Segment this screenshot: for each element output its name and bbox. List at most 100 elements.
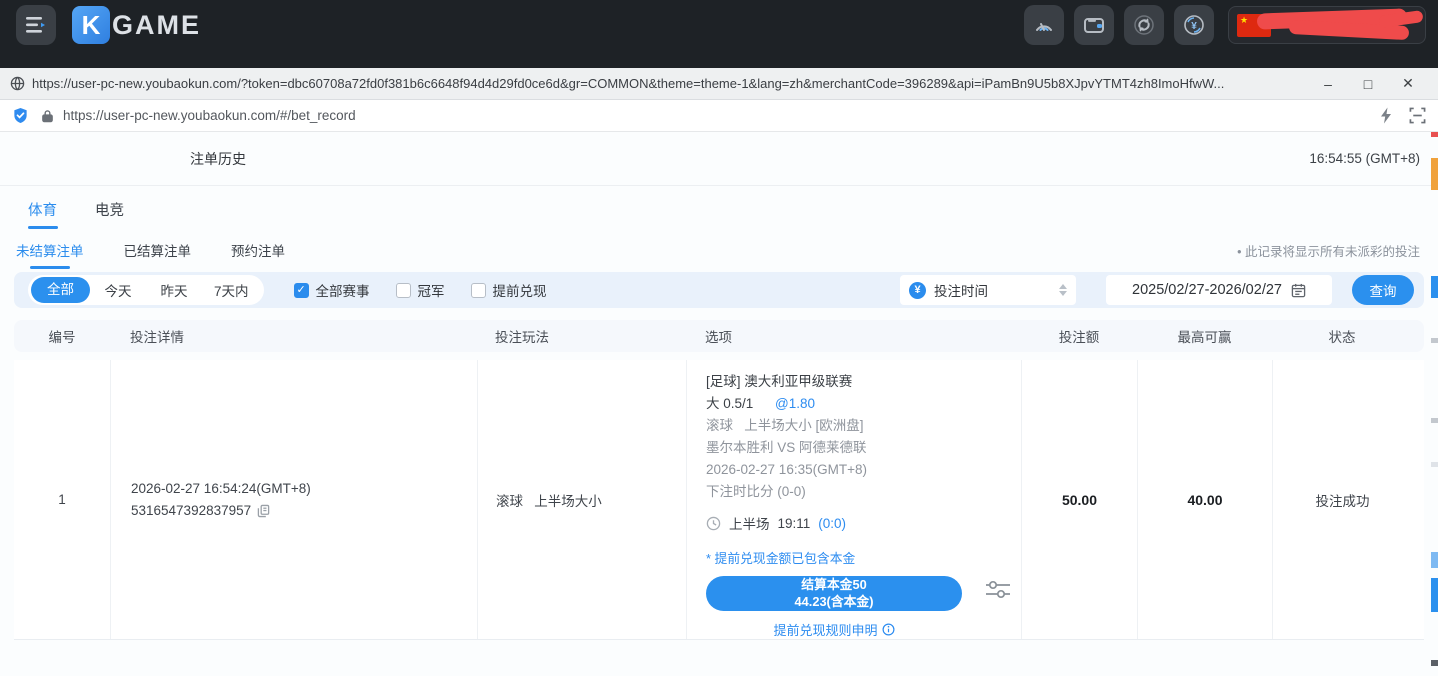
currency-exchange-button[interactable]: ¥ bbox=[1174, 5, 1214, 45]
play-type-value: 滚球 上半场大小 bbox=[496, 490, 686, 510]
live-status-line: 上半场 19:11 (0:0) bbox=[706, 513, 1021, 533]
unsettled-note: • 此记录将显示所有未派彩的投注 bbox=[1237, 241, 1420, 260]
refresh-icon bbox=[1132, 13, 1156, 37]
bet-id: 5316547392837957 bbox=[131, 503, 251, 518]
sort-arrows-icon bbox=[1059, 284, 1067, 296]
window-title-url: https://user-pc-new.youbaokun.com/?token… bbox=[32, 76, 1308, 91]
shield-check-icon bbox=[12, 107, 29, 124]
edge-fragment bbox=[1431, 158, 1438, 190]
rules-link-text: 提前兑现规则申明 bbox=[773, 620, 877, 639]
cashout-note: * 提前兑现金额已包含本金 bbox=[706, 548, 1021, 567]
checkbox-champion[interactable]: 冠军 bbox=[396, 280, 445, 300]
right-edge-scroll-sliver[interactable] bbox=[1431, 132, 1438, 676]
subtab-reserved[interactable]: 预约注单 bbox=[229, 231, 287, 269]
segment-yesterday[interactable]: 昨天 bbox=[146, 280, 202, 300]
checkbox-cashout[interactable]: 提前兑现 bbox=[471, 280, 547, 300]
wallet-icon bbox=[1082, 13, 1106, 37]
edge-fragment bbox=[1431, 660, 1438, 666]
segment-all[interactable]: 全部 bbox=[31, 277, 90, 303]
window-maximize-button[interactable]: □ bbox=[1348, 76, 1388, 92]
cashout-button-line2: 44.23(含本金) bbox=[795, 594, 874, 610]
subtab-settled[interactable]: 已结算注单 bbox=[122, 231, 194, 269]
odds-value: @1.80 bbox=[775, 396, 815, 411]
checkbox-unchecked-icon bbox=[471, 283, 486, 298]
subtab-label: 预约注单 bbox=[231, 244, 285, 259]
match-line: 墨尔本胜利 VS 阿德莱德联 bbox=[706, 441, 1021, 455]
date-range-input[interactable]: 2025/02/27-2026/02/27 bbox=[1106, 275, 1332, 305]
menu-button[interactable] bbox=[16, 5, 56, 45]
sport-type-tabs: 体育 电竞 bbox=[0, 186, 1438, 232]
copy-icon[interactable] bbox=[257, 504, 270, 518]
edge-fragment bbox=[1431, 578, 1438, 612]
edge-fragment bbox=[1431, 338, 1438, 343]
bet-status-subtabs: 未结算注单 已结算注单 预约注单 • 此记录将显示所有未派彩的投注 bbox=[0, 232, 1438, 268]
status-cell: 投注成功 bbox=[1272, 360, 1412, 639]
status-value: 投注成功 bbox=[1316, 490, 1370, 510]
header-max-win: 最高可赢 bbox=[1137, 326, 1272, 346]
edge-fragment bbox=[1431, 552, 1438, 568]
subtab-unsettled[interactable]: 未结算注单 bbox=[14, 231, 86, 269]
refresh-button[interactable] bbox=[1124, 5, 1164, 45]
pick-line: 大 0.5/1 @1.80 bbox=[706, 397, 1021, 411]
bet-detail-cell: 2026-02-27 16:54:24(GMT+8) 5316547392837… bbox=[110, 360, 477, 639]
date-range-segments: 全部 今天 昨天 7天内 bbox=[28, 275, 264, 305]
cashout-rules-link[interactable]: 提前兑现规则申明 bbox=[706, 620, 962, 639]
tab-label: 电竞 bbox=[95, 203, 124, 219]
option-cell: [足球] 澳大利亚甲级联赛 大 0.5/1 @1.80 滚球 上半场大小 [欧洲… bbox=[686, 360, 1021, 639]
sort-by-select[interactable]: ¥ 投注时间 bbox=[900, 275, 1076, 305]
hamburger-icon bbox=[25, 16, 47, 34]
stake-cell: 50.00 bbox=[1021, 360, 1137, 639]
page-header: 注单历史 16:54:55 (GMT+8) bbox=[0, 132, 1438, 186]
tab-sports[interactable]: 体育 bbox=[24, 187, 61, 232]
checkbox-label: 冠军 bbox=[418, 280, 445, 300]
checkbox-label: 全部赛事 bbox=[316, 280, 370, 300]
edge-fragment bbox=[1431, 418, 1438, 423]
bet-time: 2026-02-27 16:54:24(GMT+8) bbox=[131, 481, 477, 496]
sliders-icon[interactable] bbox=[984, 577, 1012, 601]
pick-value: 大 0.5/1 bbox=[706, 396, 753, 411]
match-time-line: 2026-02-27 16:35(GMT+8) bbox=[706, 463, 1021, 477]
date-range-value: 2025/02/27-2026/02/27 bbox=[1132, 282, 1282, 298]
cashout-button[interactable]: 结算本金50 44.23(含本金) bbox=[706, 576, 962, 611]
segment-7days[interactable]: 7天内 bbox=[202, 280, 261, 300]
lock-icon bbox=[41, 109, 54, 123]
checkbox-unchecked-icon bbox=[396, 283, 411, 298]
network-gauge-icon bbox=[1032, 13, 1056, 37]
app-top-bar: K GAME bbox=[0, 0, 1438, 68]
address-url[interactable]: https://user-pc-new.youbaokun.com/#/bet_… bbox=[63, 108, 1379, 123]
cashout-button-line1: 结算本金50 bbox=[801, 577, 866, 593]
bet-record-page: 注单历史 16:54:55 (GMT+8) 体育 电竞 未结算注单 已结算注单 … bbox=[0, 132, 1438, 676]
window-title-bar: https://user-pc-new.youbaokun.com/?token… bbox=[0, 68, 1438, 100]
brand-logo[interactable]: K GAME bbox=[72, 4, 201, 46]
search-button[interactable]: 查询 bbox=[1352, 275, 1414, 305]
window-close-button[interactable]: ✕ bbox=[1388, 75, 1428, 92]
checkbox-all-events[interactable]: 全部赛事 bbox=[294, 280, 370, 300]
fullscreen-capture-icon[interactable] bbox=[1409, 107, 1426, 124]
live-score: (0:0) bbox=[818, 516, 846, 531]
max-win-value: 40.00 bbox=[1187, 492, 1222, 508]
header-play-type: 投注玩法 bbox=[477, 326, 686, 346]
lightning-icon[interactable] bbox=[1379, 107, 1393, 124]
user-account-area[interactable]: ★ bbox=[1228, 6, 1426, 44]
header-stake: 投注额 bbox=[1021, 326, 1137, 346]
segment-today[interactable]: 今天 bbox=[90, 280, 146, 300]
tab-esports[interactable]: 电竞 bbox=[91, 187, 128, 232]
browser-address-bar: https://user-pc-new.youbaokun.com/#/bet_… bbox=[0, 100, 1438, 132]
row-number: 1 bbox=[14, 360, 110, 639]
stake-value: 50.00 bbox=[1062, 492, 1097, 508]
window-minimize-button[interactable]: – bbox=[1308, 76, 1348, 92]
edge-fragment bbox=[1431, 276, 1438, 298]
network-gauge-button[interactable] bbox=[1024, 5, 1064, 45]
page-title: 注单历史 bbox=[190, 149, 246, 169]
tab-label: 体育 bbox=[28, 203, 57, 219]
play-type-cell: 滚球 上半场大小 bbox=[477, 360, 686, 639]
table-row: 1 2026-02-27 16:54:24(GMT+8) 53165473928… bbox=[14, 360, 1424, 640]
currency-exchange-icon: ¥ bbox=[1182, 13, 1206, 37]
filter-bar: 全部 今天 昨天 7天内 全部赛事 冠军 提前兑现 ¥ 投注时间 bbox=[14, 272, 1424, 308]
live-period: 上半场 bbox=[729, 513, 770, 533]
subtab-label: 未结算注单 bbox=[16, 244, 84, 259]
wallet-button[interactable] bbox=[1074, 5, 1114, 45]
subtab-label: 已结算注单 bbox=[124, 244, 192, 259]
max-win-cell: 40.00 bbox=[1137, 360, 1272, 639]
header-bet-detail: 投注详情 bbox=[110, 326, 477, 346]
